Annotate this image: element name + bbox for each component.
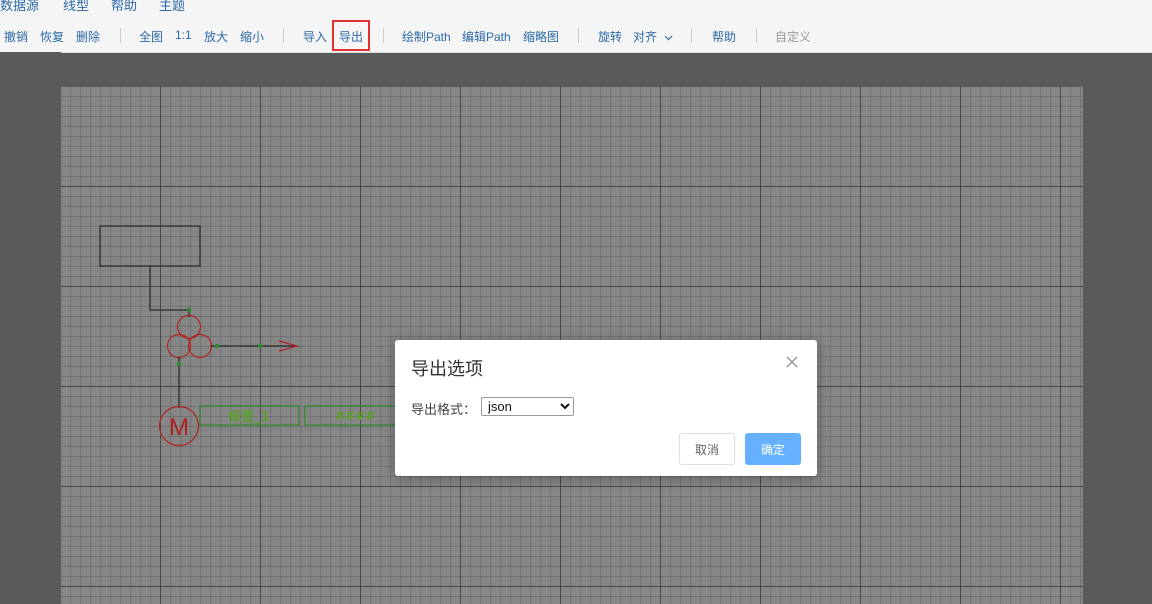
- cancel-button[interactable]: 取消: [679, 433, 735, 465]
- confirm-button[interactable]: 确定: [745, 433, 801, 465]
- format-label: 导出格式：: [411, 402, 477, 417]
- dialog-title: 导出选项: [411, 359, 483, 379]
- close-icon[interactable]: [785, 355, 799, 369]
- modal-overlay: [0, 0, 1152, 604]
- export-dialog: 导出选项 导出格式： json 取消 确定: [395, 340, 817, 476]
- format-select[interactable]: json: [481, 397, 574, 416]
